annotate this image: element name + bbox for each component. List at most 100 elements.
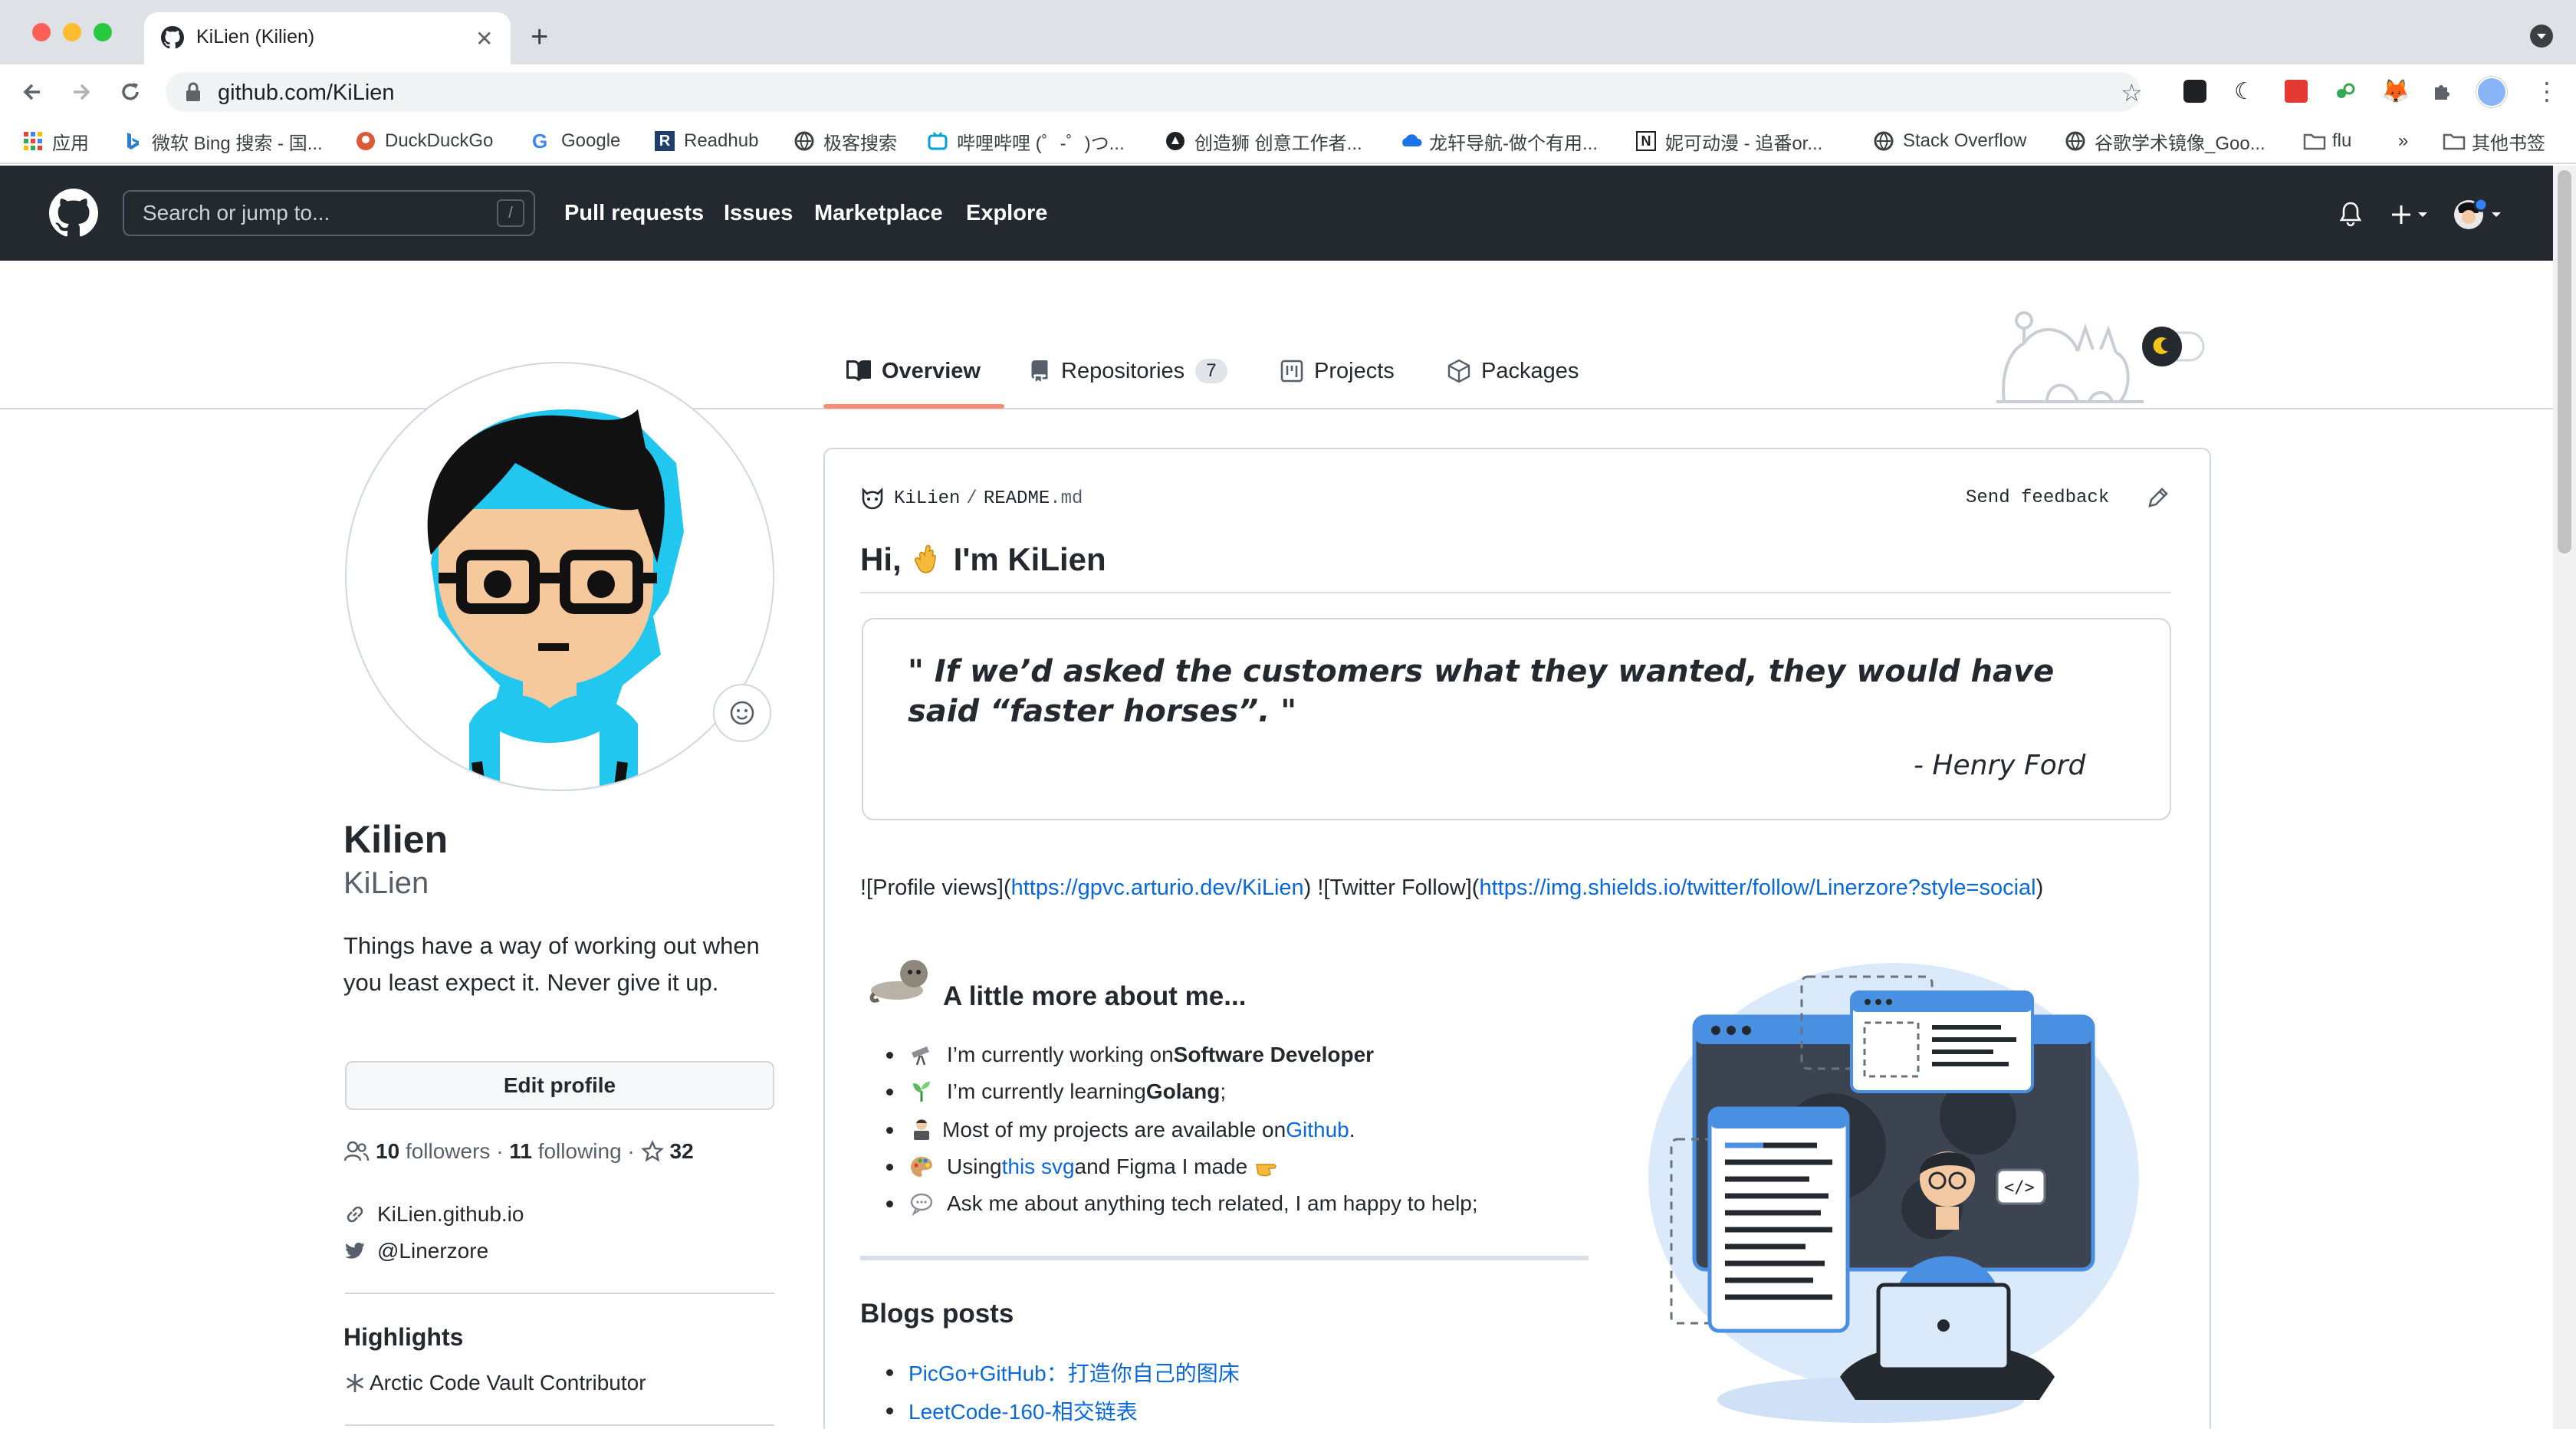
tab-label: Overview: [882, 358, 981, 383]
lock-icon[interactable]: [184, 81, 202, 103]
followers-link[interactable]: 10 followers: [376, 1139, 490, 1164]
bookmark-folder-flu[interactable]: flu: [2303, 129, 2351, 153]
edit-profile-button[interactable]: Edit profile: [345, 1061, 774, 1110]
readme-owner-link[interactable]: KiLien: [894, 488, 960, 509]
website-link[interactable]: KiLien.github.io: [343, 1201, 524, 1228]
close-tab-icon[interactable]: ✕: [475, 26, 493, 51]
bookmark-readhub[interactable]: R Readhub: [655, 129, 758, 153]
forward-icon[interactable]: [66, 77, 97, 107]
notion-icon: N: [1636, 131, 1656, 151]
scrollbar-thumb[interactable]: [2558, 170, 2571, 554]
extension-icon[interactable]: [2285, 80, 2308, 103]
tab-packages[interactable]: Packages: [1447, 356, 1579, 386]
metamask-icon[interactable]: 🦊: [2381, 78, 2410, 105]
edit-pencil-icon[interactable]: [2145, 485, 2171, 511]
nav-marketplace[interactable]: Marketplace: [814, 201, 943, 226]
waving-hand-icon: [914, 544, 936, 573]
bookmark-google[interactable]: G Google: [532, 129, 620, 153]
notifications-bell-icon[interactable]: [2338, 201, 2363, 227]
bookmark-bilibili[interactable]: 哔哩哔哩 (゜-゜)つ...: [928, 129, 1125, 154]
this-svg-link[interactable]: this svg: [1002, 1155, 1075, 1179]
bookmark-label: DuckDuckGo: [385, 130, 494, 151]
twitter-link[interactable]: @Linerzore: [343, 1237, 488, 1265]
website-text: KiLien.github.io: [377, 1202, 524, 1226]
bookmark-geek-search[interactable]: 极客搜索: [794, 129, 897, 154]
bookmark-chuangzaoshi[interactable]: 创造狮 创意工作者...: [1165, 129, 1362, 154]
set-status-button[interactable]: [713, 684, 771, 742]
profile-bio: Things have a way of working out when yo…: [343, 932, 760, 996]
tab-repositories[interactable]: Repositories 7: [1029, 356, 1227, 386]
follow-stats: 10 followers · 11 following · 32: [343, 1138, 694, 1165]
dark-mode-extension-icon[interactable]: ☾: [2234, 78, 2255, 105]
list-item: Ask me about anything tech related, I am…: [886, 1188, 1478, 1219]
bookmark-stackoverflow[interactable]: Stack Overflow: [1874, 129, 2026, 153]
profile-avatar-icon[interactable]: [2476, 77, 2507, 107]
github-link[interactable]: Github: [1286, 1118, 1349, 1142]
profile-avatar[interactable]: [345, 362, 774, 791]
octocat-smiley-icon: [862, 487, 883, 510]
reload-icon[interactable]: [115, 77, 146, 107]
bilibili-icon: [928, 131, 948, 151]
close-window-button[interactable]: [32, 23, 51, 41]
nav-pull-requests[interactable]: Pull requests: [564, 201, 704, 226]
bookmark-label: »: [2398, 130, 2409, 151]
address-bar[interactable]: [166, 72, 2141, 112]
quote-text: " If we’d asked the customers what they …: [908, 654, 2055, 729]
tab-search-icon[interactable]: [2530, 25, 2553, 48]
user-menu-avatar-icon[interactable]: [2452, 198, 2507, 232]
bookmark-label: 龙轩导航-做个有用...: [1429, 133, 1598, 154]
blog-list-item: PicGo+GitHub：打造你自己的图床: [886, 1357, 1240, 1388]
minimize-window-button[interactable]: [63, 23, 81, 41]
github-logo-icon[interactable]: [49, 189, 98, 238]
extension-icon[interactable]: [2183, 80, 2206, 103]
puzzle-extensions-icon[interactable]: [2430, 80, 2453, 103]
star-icon: [640, 1140, 664, 1162]
extension-icon[interactable]: [2334, 80, 2357, 103]
readhub-icon: R: [655, 131, 675, 151]
bookmark-longxuan[interactable]: 龙轩导航-做个有用...: [1400, 129, 1598, 154]
bookmark-apps[interactable]: 应用: [23, 129, 89, 154]
bookmark-nicotv[interactable]: N 妮可动漫 - 追番or...: [1636, 129, 1822, 154]
bookmark-label: 创造狮 创意工作者...: [1194, 133, 1362, 154]
twitter-follow-link[interactable]: https://img.shields.io/twitter/follow/Li…: [1479, 875, 2036, 900]
book-icon: [846, 360, 871, 381]
nav-issues[interactable]: Issues: [724, 201, 793, 226]
more-menu-icon[interactable]: ⋮: [2535, 77, 2559, 106]
nav-explore[interactable]: Explore: [966, 201, 1047, 226]
bookmark-star-icon[interactable]: ☆: [2121, 78, 2143, 107]
highlights-title: Highlights: [343, 1323, 464, 1351]
tab-projects[interactable]: Projects: [1280, 356, 1395, 386]
badge-text: ![Profile views](: [860, 875, 1011, 900]
back-icon[interactable]: [17, 77, 48, 107]
readme-ext: .md: [1050, 488, 1083, 509]
bookmark-google-scholar[interactable]: 谷歌学术镜像_Goo...: [2065, 129, 2266, 154]
bookmark-label: Stack Overflow: [1903, 130, 2027, 151]
bookmark-duckduckgo[interactable]: DuckDuckGo: [356, 129, 493, 153]
bookmark-label: Readhub: [684, 130, 759, 151]
readme-filename[interactable]: README: [984, 488, 1050, 509]
bookmark-folder-other[interactable]: 其他书签: [2443, 129, 2545, 154]
github-favicon-icon: [161, 26, 184, 49]
bookmarks-overflow-button[interactable]: »: [2398, 129, 2408, 153]
theme-toggle[interactable]: [2139, 322, 2208, 368]
url-text[interactable]: github.com/KiLien: [218, 80, 395, 106]
bookmark-bing[interactable]: 微软 Bing 搜索 - 国...: [123, 129, 323, 154]
following-link[interactable]: 11 following: [509, 1139, 621, 1164]
highlight-arctic-vault[interactable]: Arctic Code Vault Contributor: [343, 1369, 646, 1397]
blog-list-item: LeetCode-160-相交链表: [886, 1395, 1138, 1426]
google-icon: G: [532, 130, 548, 153]
new-tab-button[interactable]: +: [531, 20, 548, 54]
list-item: I’m currently learning Golang;: [886, 1076, 1226, 1107]
blog-link[interactable]: PicGo+GitHub：打造你自己的图床: [909, 1357, 1240, 1388]
create-new-plus-icon[interactable]: [2390, 202, 2433, 227]
blog-link[interactable]: LeetCode-160-相交链表: [909, 1395, 1138, 1426]
heading-rule: [860, 592, 2171, 593]
maximize-window-button[interactable]: [94, 23, 112, 41]
tab-label: Repositories: [1061, 358, 1185, 383]
tab-overview[interactable]: Overview: [846, 356, 981, 386]
stars-count[interactable]: 32: [670, 1139, 694, 1164]
palette-icon: [911, 1157, 932, 1177]
profile-login: KiLien: [343, 866, 429, 900]
profile-views-link[interactable]: https://gpvc.arturio.dev/KiLien: [1011, 875, 1304, 900]
send-feedback-link[interactable]: Send feedback: [1966, 488, 2109, 508]
